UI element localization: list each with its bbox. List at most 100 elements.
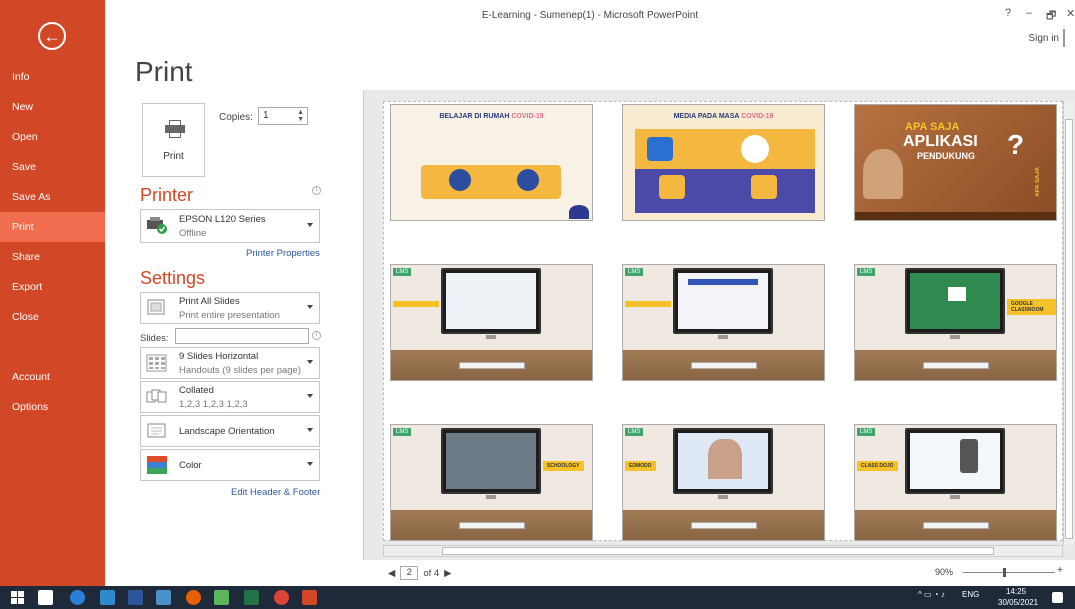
nav-close[interactable]: Close	[0, 302, 105, 332]
nav-print[interactable]: Print	[0, 212, 105, 242]
clock-date[interactable]: 30/05/2021	[998, 598, 1038, 607]
edit-header-footer-link[interactable]: Edit Header & Footer	[231, 487, 320, 498]
app-icon[interactable]	[156, 590, 171, 605]
orientation-dropdown[interactable]: Landscape Orientation	[140, 415, 320, 447]
lms-tag: LMS	[625, 268, 644, 276]
nav-share[interactable]: Share	[0, 242, 105, 272]
lms-tag: LMS	[625, 428, 644, 436]
zoom-slider[interactable]	[963, 572, 1055, 573]
question-mark: ?	[1007, 129, 1025, 160]
prev-page-icon[interactable]: ◀	[388, 568, 395, 579]
printer-heading: Printer	[140, 185, 194, 205]
slide-thumbnail-2: MEDIA PADA MASA COVID-19	[622, 104, 825, 221]
help-button[interactable]: ?	[1005, 7, 1011, 19]
spin-arrows-icon[interactable]: ▲ ▼	[297, 109, 304, 123]
nav-account[interactable]: Account	[0, 362, 105, 392]
slide-thumbnail-6: LMS GOOGLE CLASSROOM	[854, 264, 1057, 381]
app-icon[interactable]	[214, 590, 229, 605]
clock-time[interactable]: 14:25	[1006, 587, 1026, 596]
collation-dropdown[interactable]: Collated 1,2,3 1,2,3 1,2,3	[140, 381, 320, 413]
print-range-desc: Print entire presentation	[179, 310, 280, 321]
monitor	[905, 428, 1005, 494]
printer-properties-link[interactable]: Printer Properties	[246, 248, 320, 259]
print-button-label: Print	[163, 151, 184, 162]
print-button[interactable]: Print	[142, 103, 205, 177]
chevron-down-icon	[307, 462, 313, 466]
powerpoint-icon[interactable]	[302, 590, 317, 605]
chevron-down-icon	[307, 360, 313, 364]
windows-start-icon[interactable]	[10, 590, 25, 605]
back-arrow-icon[interactable]: ←	[38, 22, 66, 50]
nav-save[interactable]: Save	[0, 152, 105, 182]
slide-thumbnail-5: LMS	[622, 264, 825, 381]
zoom-slider-handle[interactable]	[1003, 568, 1006, 577]
print-range-dropdown[interactable]: Print All Slides Print entire presentati…	[140, 292, 320, 324]
sign-in-link[interactable]: Sign in	[1028, 33, 1059, 44]
nav-export[interactable]: Export	[0, 272, 105, 302]
word-icon[interactable]	[128, 590, 143, 605]
tray-icons[interactable]: ^ ▭ ◔ ♪	[918, 590, 945, 599]
camera-icon[interactable]	[38, 590, 53, 605]
language-indicator[interactable]: ENG	[962, 590, 979, 599]
slide-thumbnail-3: APA SAJA APLIKASI PENDUKUNG ? APA SAJA	[854, 104, 1057, 221]
color-dropdown[interactable]: Color	[140, 449, 320, 481]
restore-button[interactable]: 🗗	[1046, 7, 1056, 26]
chevron-down-icon	[307, 305, 313, 309]
color-title: Color	[179, 460, 202, 471]
chevron-down-icon	[307, 428, 313, 432]
window-title: E-Learning - Sumenep(1) - Microsoft Powe…	[481, 10, 699, 21]
page-navigator: ◀ 2 of 4 ▶	[388, 566, 451, 580]
page-number-input[interactable]: 2	[400, 566, 419, 580]
excel-icon[interactable]	[244, 590, 259, 605]
next-page-icon[interactable]: ▶	[444, 568, 451, 579]
zoom-level[interactable]: 90%	[935, 567, 953, 577]
printer-dropdown[interactable]: EPSON L120 Series Offline	[140, 209, 320, 243]
slide-title: MEDIA PADA MASA COVID-19	[673, 113, 774, 120]
printer-name: EPSON L120 Series	[179, 214, 266, 225]
info-icon[interactable]: i	[312, 186, 321, 195]
nav-save-as[interactable]: Save As	[0, 182, 105, 212]
chevron-down-icon	[307, 394, 313, 398]
minimize-button[interactable]: –	[1026, 7, 1032, 19]
nav-open[interactable]: Open	[0, 122, 105, 152]
nav-new[interactable]: New	[0, 92, 105, 122]
lms-tag: LMS	[857, 268, 876, 276]
backstage-nav: Info New Open Save Save As Print Share E…	[0, 62, 105, 422]
shield-icon[interactable]	[70, 590, 85, 605]
slide-thumbnail-9: LMS CLASS DOJO	[854, 424, 1057, 541]
layout-dropdown[interactable]: 9 Slides Horizontal Handouts (9 slides p…	[140, 347, 320, 379]
monitor	[673, 428, 773, 494]
notification-icon[interactable]	[1052, 592, 1063, 603]
printer-icon	[165, 120, 185, 138]
powerpoint-backstage-window: ← Info New Open Save Save As Print Share…	[0, 0, 1075, 609]
zoom-in-icon[interactable]: +	[1057, 565, 1063, 576]
grid-layout-icon	[146, 354, 167, 372]
backstage-sidebar: ← Info New Open Save Save As Print Share…	[0, 0, 105, 586]
horizontal-scrollbar[interactable]	[383, 545, 1063, 557]
slide-heading: APLIKASI	[903, 133, 978, 150]
monitor	[441, 428, 541, 494]
browser-icon[interactable]	[100, 590, 115, 605]
slide-label: SCHOOLOGY	[543, 461, 584, 471]
close-button[interactable]: ✕	[1066, 7, 1075, 20]
landscape-page-icon	[147, 423, 166, 438]
slides-icon	[147, 299, 165, 315]
slides-label: Slides:	[140, 333, 169, 344]
page-total: of 4	[423, 567, 440, 579]
printer-status-icon	[147, 217, 167, 234]
info-icon[interactable]: i	[312, 331, 321, 340]
monitor	[673, 268, 773, 334]
slides-input[interactable]	[175, 328, 309, 344]
nav-options[interactable]: Options	[0, 392, 105, 422]
nav-info[interactable]: Info	[0, 62, 105, 92]
copies-stepper[interactable]: 1 ▲ ▼	[258, 107, 308, 125]
vertical-scrollbar[interactable]	[1063, 101, 1074, 545]
printer-status: Offline	[179, 228, 207, 239]
chevron-down-icon	[307, 223, 313, 227]
lms-tag: LMS	[857, 428, 876, 436]
chrome-icon[interactable]	[274, 590, 289, 605]
slide-heading: PENDUKUNG	[917, 151, 976, 161]
layout-desc: Handouts (9 slides per page)	[179, 365, 301, 376]
settings-heading: Settings	[140, 268, 206, 288]
firefox-icon[interactable]	[186, 590, 201, 605]
